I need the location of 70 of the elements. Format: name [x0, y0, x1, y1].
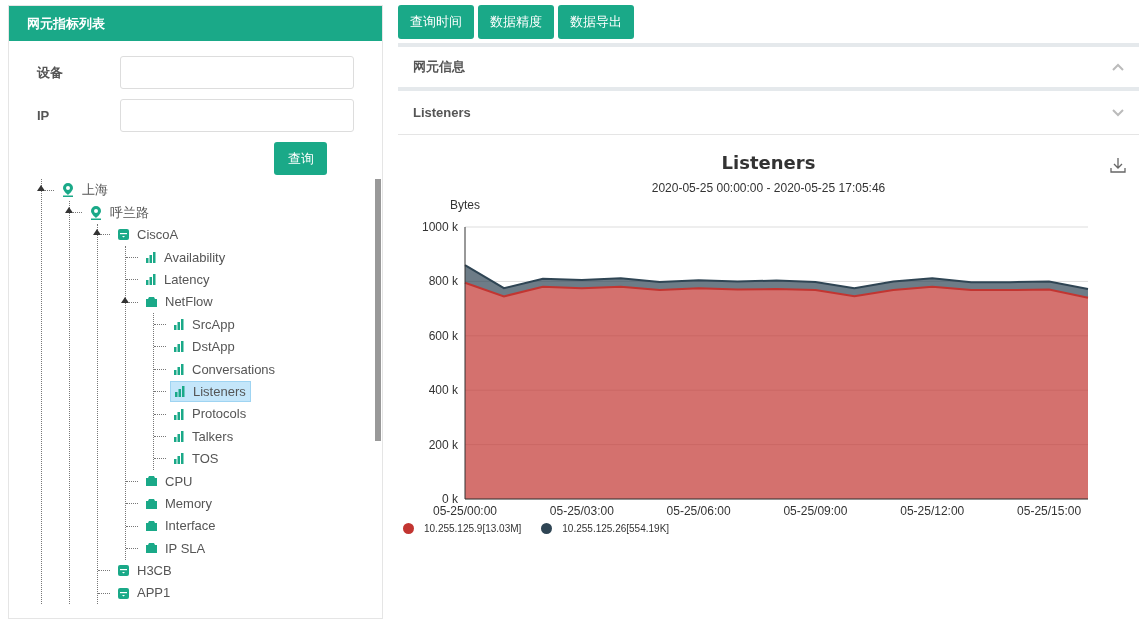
field-label: 设备: [37, 63, 64, 82]
bar-chart-icon: [174, 363, 184, 375]
tree-item[interactable]: H3CB: [114, 560, 176, 582]
tree-item[interactable]: Conversations: [170, 358, 280, 380]
folder-icon: [146, 498, 157, 509]
tree-item[interactable]: Availability: [142, 246, 230, 268]
bar-chart-icon: [174, 431, 184, 442]
panel-title: 网元指标列表: [9, 6, 382, 41]
y-tick-label: 400 k: [428, 383, 458, 398]
map-pin-icon: [62, 183, 74, 198]
chart-title: Listeners: [721, 151, 816, 175]
server-icon: [118, 229, 129, 241]
tree-item[interactable]: Memory: [142, 493, 216, 515]
tree-item[interactable]: DstApp: [170, 336, 239, 358]
tree-item[interactable]: Protocols: [170, 403, 251, 425]
tree-item[interactable]: Talkers: [170, 426, 238, 447]
tree-item[interactable]: APP1: [114, 582, 175, 604]
tree-item[interactable]: IP SLA: [142, 537, 210, 559]
y-tick-label: 0 k: [442, 492, 458, 506]
accordion-header[interactable]: 网元信息: [398, 47, 1139, 91]
y-tick-label: 600 k: [428, 328, 458, 343]
tree-item[interactable]: SrcApp: [170, 314, 239, 336]
x-tick-label: 05-25/00:00: [432, 504, 498, 518]
tree-item[interactable]: CPU: [142, 470, 197, 492]
tree-item[interactable]: Listeners: [170, 381, 251, 403]
y-tick-label: 200 k: [428, 437, 458, 452]
legend-label[interactable]: 10.255.125.9[13.03M]: [424, 521, 522, 536]
folder-icon: [146, 476, 157, 487]
scrollbar-thumb[interactable]: [375, 179, 381, 441]
x-tick-label: 05-25/12:00: [900, 504, 965, 518]
server-icon: [118, 565, 129, 577]
tree-item[interactable]: Latency: [142, 269, 214, 291]
server-icon: [118, 587, 129, 599]
expanded-triangle-icon[interactable]: [93, 229, 101, 236]
bar-chart-icon: [175, 386, 185, 398]
tree-item[interactable]: CiscoA: [114, 224, 183, 246]
field-label: IP: [37, 106, 51, 125]
tree-item[interactable]: NetFlow: [142, 291, 217, 313]
bar-chart-icon: [174, 341, 184, 353]
tree-item[interactable]: Interface: [142, 515, 220, 537]
expanded-triangle-icon[interactable]: [37, 184, 45, 191]
input-field[interactable]: [120, 99, 354, 132]
tree-item[interactable]: TOS: [170, 448, 223, 470]
tree-item[interactable]: 呼兰路: [86, 202, 153, 224]
y-tick-label: 1000 k: [421, 220, 458, 234]
expanded-triangle-icon[interactable]: [121, 296, 129, 303]
chevron-down-icon: [1112, 108, 1124, 117]
expanded-triangle-icon[interactable]: [65, 207, 73, 214]
map-pin-icon: [90, 205, 102, 220]
bar-chart-icon: [174, 319, 184, 331]
x-tick-label: 05-25/06:00: [666, 504, 731, 518]
bar-chart-icon: [146, 274, 156, 286]
input-field[interactable]: [120, 56, 354, 89]
download-icon[interactable]: [1110, 157, 1126, 173]
folder-icon: [146, 543, 157, 554]
bar-chart-icon: [174, 453, 184, 465]
x-tick-label: 05-25/03:00: [549, 504, 614, 518]
legend-label[interactable]: 10.255.125.26[554.19K]: [562, 521, 670, 536]
tree-item[interactable]: 上海: [58, 179, 112, 201]
x-tick-label: 05-25/15:00: [1017, 504, 1082, 518]
bar-chart-icon: [174, 408, 184, 420]
y-axis-label: Bytes: [450, 198, 480, 212]
chart-subtitle: 2020-05-25 00:00:00 - 2020-05-25 17:05:46: [651, 180, 886, 197]
x-tick-label: 05-25/09:00: [783, 504, 848, 518]
chevron-up-icon: [1112, 63, 1124, 71]
bar-chart-icon: [146, 251, 156, 263]
accordion-header[interactable]: Listeners: [398, 91, 1139, 135]
folder-icon: [146, 521, 157, 532]
folder-icon: [146, 297, 157, 308]
y-tick-label: 800 k: [428, 274, 458, 289]
